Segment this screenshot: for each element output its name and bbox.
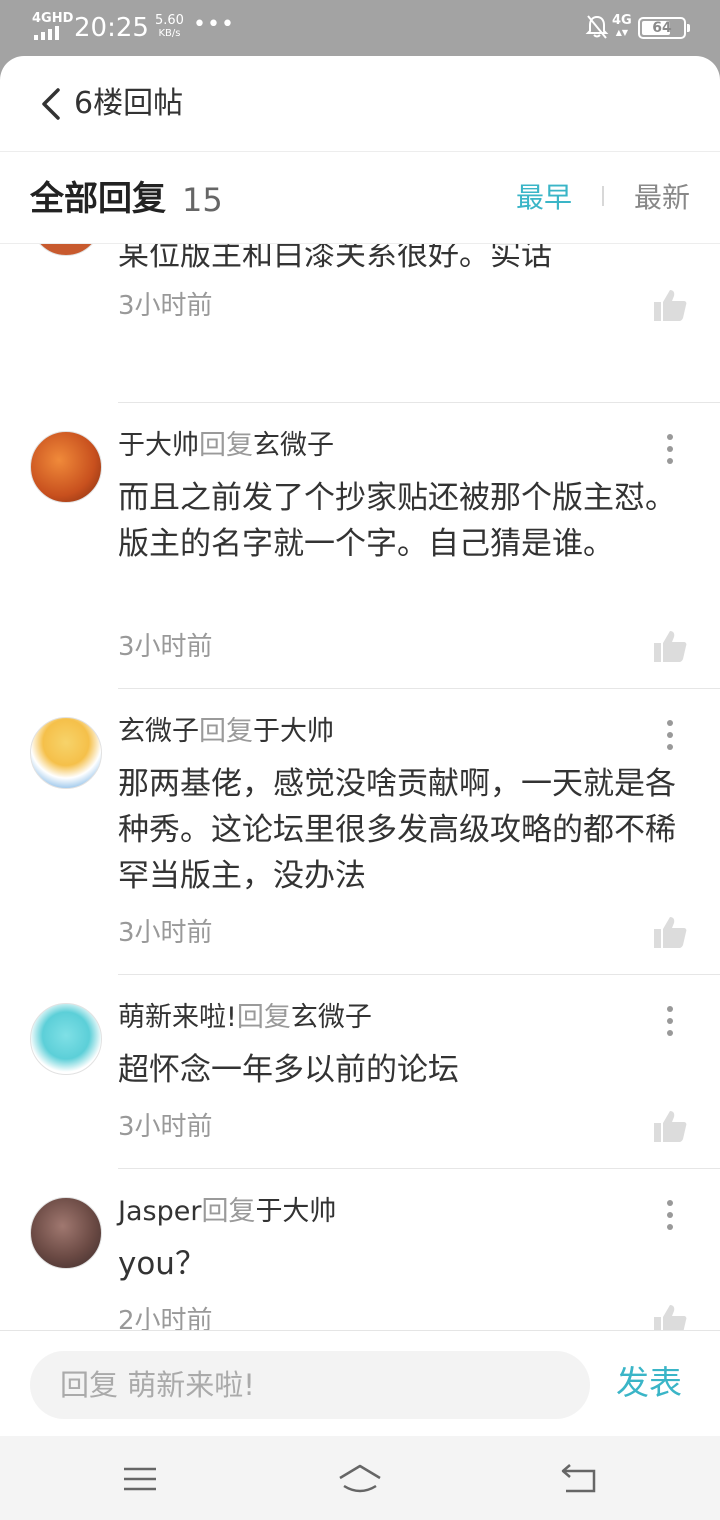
- status-bar: 4GHD 20:25 5.60 KB/s ••• 4G ▲▼ 64: [0, 0, 720, 56]
- replies-header: 全部回复 15 最早 最新: [0, 152, 720, 244]
- reply-time: 3小时前: [118, 918, 213, 948]
- clock: 20:25: [74, 13, 149, 43]
- reply-author[interactable]: 玄微子: [118, 716, 199, 747]
- sort-earliest-tab[interactable]: 最早: [516, 180, 572, 216]
- reply-time: 3小时前: [118, 291, 213, 321]
- reply-item[interactable]: 某位版主和白漆关系很好。实话 3小时前: [0, 244, 720, 350]
- reply-header: 玄微子回复于大帅: [118, 715, 334, 749]
- reply-item[interactable]: Jasper回复于大帅 you？ 2小时前: [0, 1169, 720, 1332]
- avatar[interactable]: [30, 717, 102, 789]
- reply-time: 3小时前: [118, 1112, 213, 1142]
- reply-text: 某位版主和白漆关系很好。实话: [118, 244, 552, 273]
- reply-item[interactable]: 萌新来啦!回复玄微子 超怀念一年多以前的论坛 3小时前: [0, 975, 720, 1169]
- more-vertical-icon[interactable]: [660, 1197, 680, 1233]
- reply-verb: 回复: [199, 716, 253, 747]
- reply-sheet: 6楼回帖 全部回复 15 最早 最新 某位版主和白漆关系很好。实话 3小时前 于…: [0, 56, 720, 1436]
- battery-icon: 64: [638, 17, 690, 39]
- more-vertical-icon[interactable]: [660, 717, 680, 753]
- sort-divider: [602, 186, 604, 206]
- reply-target[interactable]: 于大帅: [255, 1196, 336, 1227]
- send-button[interactable]: 发表: [616, 1361, 682, 1405]
- reply-count: 15: [182, 181, 223, 219]
- page-title: 6楼回帖: [74, 86, 184, 121]
- reply-header: 萌新来啦!回复玄微子: [118, 1001, 372, 1035]
- reply-item[interactable]: 于大帅回复玄微子 而且之前发了个抄家贴还被那个版主怼。版主的名字就一个字。自己猜…: [0, 403, 720, 689]
- reply-time: 3小时前: [118, 632, 213, 662]
- avatar[interactable]: [30, 431, 102, 503]
- avatar[interactable]: [30, 244, 102, 256]
- reply-author[interactable]: Jasper: [118, 1196, 201, 1227]
- reply-item[interactable]: 玄微子回复于大帅 那两基佬，感觉没啥贡献啊，一天就是各种秀。这论坛里很多发高级攻…: [0, 689, 720, 975]
- reply-text: 超怀念一年多以前的论坛: [118, 1052, 459, 1088]
- reply-target[interactable]: 玄微子: [253, 430, 334, 461]
- reply-verb: 回复: [201, 1196, 256, 1227]
- network-type: 4GHD: [32, 11, 74, 26]
- back-arrow-icon[interactable]: [560, 1462, 600, 1496]
- menu-icon[interactable]: [120, 1462, 160, 1496]
- back-chevron-icon[interactable]: [38, 86, 64, 122]
- thumbs-up-icon[interactable]: [652, 629, 688, 663]
- thumbs-up-icon[interactable]: [652, 915, 688, 949]
- net-speed: 5.60 KB/s: [155, 13, 184, 40]
- reply-composer: 发表: [0, 1330, 720, 1436]
- reply-target[interactable]: 玄微子: [291, 1002, 372, 1033]
- reply-verb: 回复: [199, 430, 253, 461]
- net-speed-unit: KB/s: [158, 28, 181, 39]
- reply-author[interactable]: 于大帅: [118, 430, 199, 461]
- more-vertical-icon[interactable]: [660, 431, 680, 467]
- reply-text: you？: [118, 1246, 206, 1282]
- reply-text: 那两基佬，感觉没啥贡献啊，一天就是各种秀。这论坛里很多发高级攻略的都不稀罕当版主…: [118, 766, 676, 894]
- more-notifications-icon: •••: [193, 12, 235, 37]
- reply-verb: 回复: [236, 1002, 291, 1033]
- mobile-data-label: 4G: [612, 13, 632, 28]
- signal-icon: [34, 26, 59, 40]
- reply-header: 于大帅回复玄微子: [118, 429, 334, 463]
- reply-time: 2小时前: [118, 1306, 213, 1332]
- reply-list: 某位版主和白漆关系很好。实话 3小时前 于大帅回复玄微子 而且之前发了个抄家贴还…: [0, 244, 720, 1332]
- reply-author[interactable]: 萌新来啦!: [118, 1002, 237, 1033]
- reply-header: Jasper回复于大帅: [118, 1195, 336, 1229]
- thumbs-up-icon[interactable]: [652, 1303, 688, 1332]
- thumbs-up-icon[interactable]: [652, 288, 688, 322]
- net-speed-value: 5.60: [155, 13, 184, 28]
- all-replies-label: 全部回复: [30, 179, 166, 219]
- reply-text: 而且之前发了个抄家贴还被那个版主怼。版主的名字就一个字。自己猜是谁。: [118, 480, 676, 562]
- mobile-data-icon: 4G ▲▼: [612, 13, 632, 38]
- sort-latest-tab[interactable]: 最新: [634, 180, 690, 216]
- reply-target[interactable]: 于大帅: [253, 716, 334, 747]
- avatar[interactable]: [30, 1197, 102, 1269]
- more-vertical-icon[interactable]: [660, 1003, 680, 1039]
- home-icon[interactable]: [336, 1462, 384, 1496]
- thumbs-up-icon[interactable]: [652, 1109, 688, 1143]
- top-bar: 6楼回帖: [0, 56, 720, 152]
- reply-input[interactable]: [30, 1351, 590, 1419]
- battery-level: 64: [652, 20, 672, 36]
- avatar[interactable]: [30, 1003, 102, 1075]
- mute-bell-icon: [585, 15, 609, 39]
- system-nav-bar: [0, 1436, 720, 1520]
